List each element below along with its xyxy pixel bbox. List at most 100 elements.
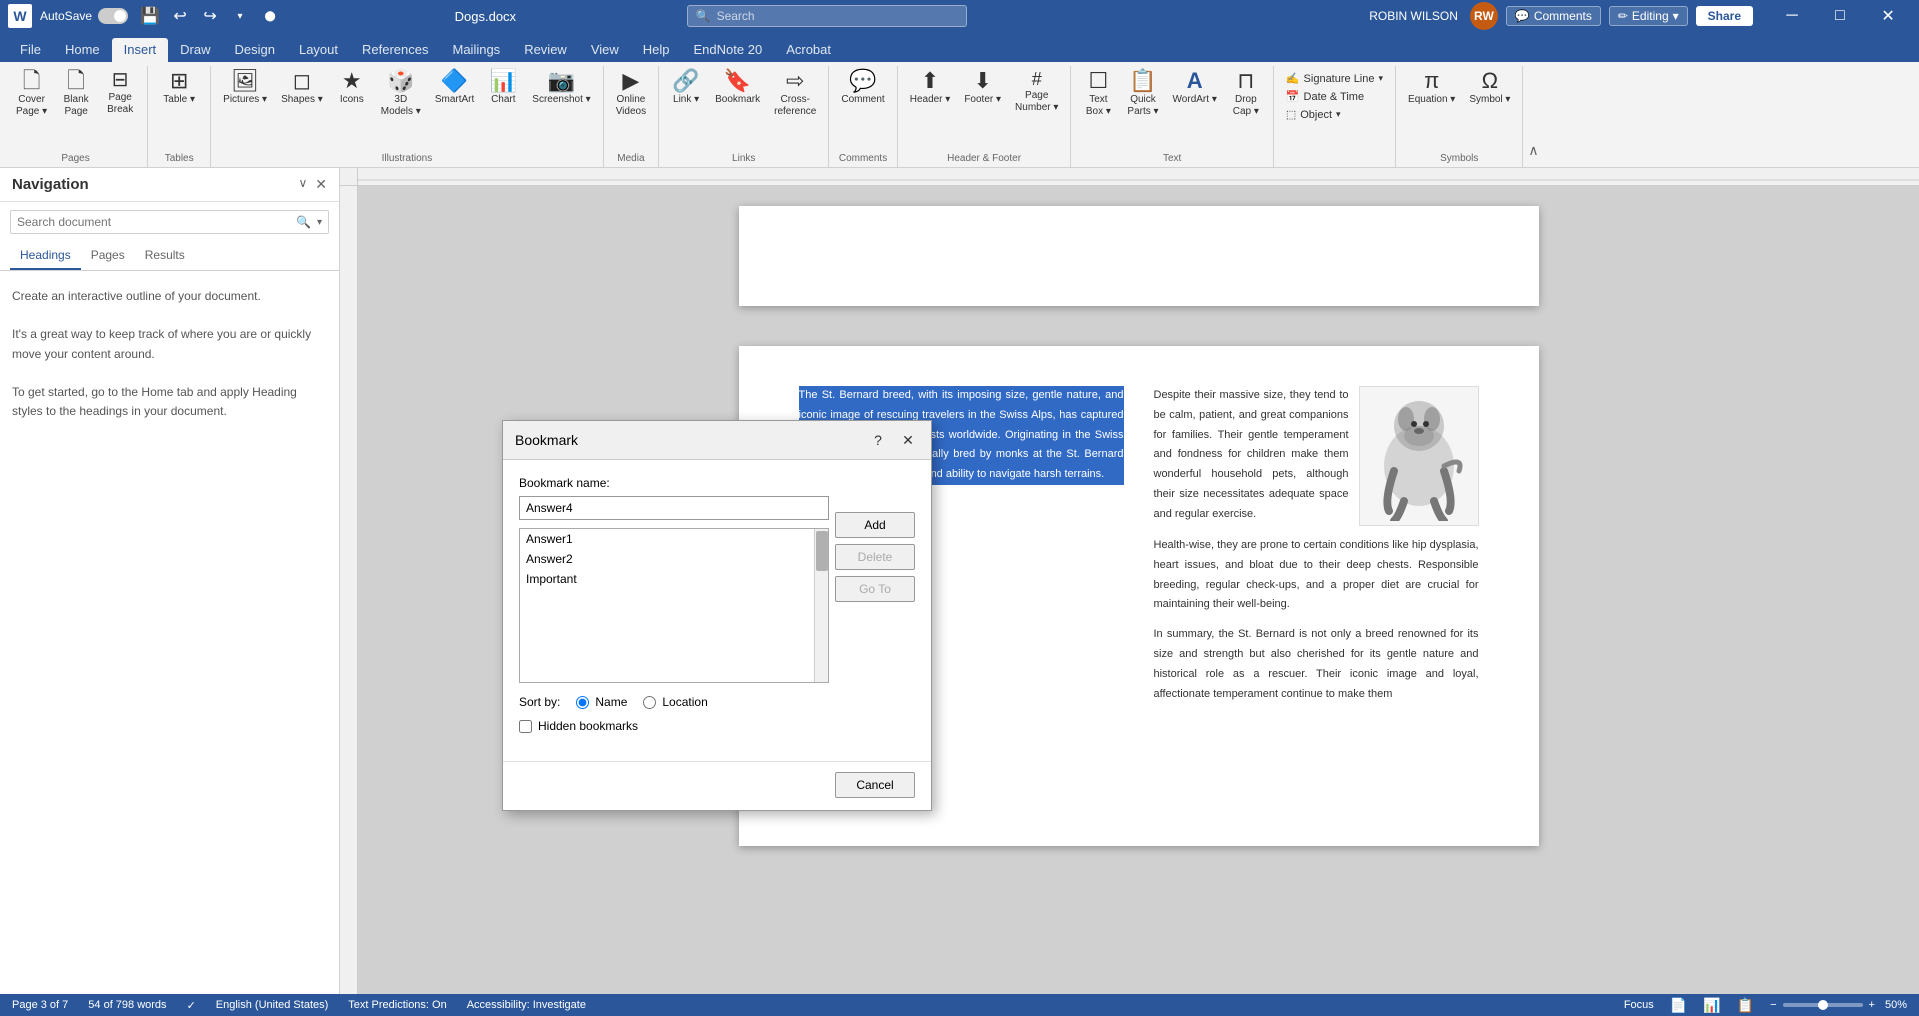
focus-btn[interactable]: Focus [1624, 999, 1654, 1011]
date-time-btn[interactable]: 📅 Date & Time [1280, 88, 1389, 105]
smartart-btn[interactable]: 🔷 SmartArt [429, 66, 480, 110]
page-number-btn[interactable]: # PageNumber ▾ [1009, 66, 1064, 118]
print-layout-icon[interactable]: 📄 [1670, 997, 1687, 1014]
redo-btn[interactable]: ↪ [196, 2, 224, 30]
object-btn[interactable]: ⬚ Object ▾ [1280, 106, 1389, 123]
search-box[interactable]: 🔍 Search [687, 5, 967, 27]
autosave-toggle[interactable] [98, 8, 128, 24]
tab-help[interactable]: Help [631, 38, 682, 62]
tab-view[interactable]: View [579, 38, 631, 62]
web-layout-icon[interactable]: 📊 [1703, 997, 1720, 1014]
tab-design[interactable]: Design [223, 38, 287, 62]
zoom-level[interactable]: 50% [1885, 999, 1907, 1011]
share-btn[interactable]: Share [1696, 6, 1753, 26]
nav-search-box: 🔍 ▾ [10, 210, 329, 234]
user-avatar[interactable]: RW [1470, 2, 1498, 30]
language[interactable]: English (United States) [216, 999, 329, 1011]
hidden-bookmarks-label[interactable]: Hidden bookmarks [538, 719, 638, 733]
editing-btn[interactable]: ✏ Editing ▾ [1609, 6, 1688, 26]
search-dropdown-icon[interactable]: ▾ [317, 217, 322, 228]
close-btn[interactable]: ✕ [1865, 0, 1911, 32]
nav-tab-headings[interactable]: Headings [10, 242, 81, 270]
nav-close-btn[interactable]: ✕ [315, 176, 327, 193]
add-btn[interactable]: Add [835, 512, 915, 538]
proofing-icon[interactable]: ✓ [187, 999, 196, 1012]
list-scrollbar[interactable] [814, 529, 828, 682]
accessibility[interactable]: Accessibility: Investigate [467, 999, 586, 1011]
screenshot-label: Screenshot ▾ [532, 94, 590, 106]
blank-page-btn[interactable]: 🗋 BlankPage [55, 66, 97, 122]
tab-endnote[interactable]: EndNote 20 [682, 38, 775, 62]
bookmark-name-input[interactable] [519, 496, 829, 520]
wordart-btn[interactable]: A WordArt ▾ [1167, 66, 1223, 110]
online-videos-btn[interactable]: ▶ OnlineVideos [610, 66, 652, 122]
quick-parts-btn[interactable]: 📋 QuickParts ▾ [1121, 66, 1164, 122]
tab-mailings[interactable]: Mailings [441, 38, 513, 62]
comments-btn[interactable]: 💬 Comments [1506, 6, 1601, 26]
cross-reference-btn[interactable]: ⇨ Cross-reference [768, 66, 822, 122]
sig-line-btn[interactable]: ✍ Signature Line ▾ [1280, 70, 1389, 87]
zoom-out-btn[interactable]: − [1770, 999, 1776, 1011]
ribbon-group-sig: ✍ Signature Line ▾ 📅 Date & Time ⬚ Objec… [1274, 66, 1396, 167]
cover-page-btn[interactable]: 🗋 CoverPage ▾ [10, 66, 53, 122]
list-item[interactable]: Answer2 [520, 549, 814, 569]
nav-collapse-btn[interactable]: ∨ [298, 176, 307, 193]
scroll-thumb[interactable] [816, 531, 828, 571]
minimize-btn[interactable]: ─ [1769, 0, 1815, 32]
customize-btn[interactable]: ⬤ [256, 2, 284, 30]
text-box-btn[interactable]: ☐ TextBox ▾ [1077, 66, 1119, 122]
bookmark-close-btn[interactable]: ✕ [897, 429, 919, 451]
tab-layout[interactable]: Layout [287, 38, 350, 62]
tab-acrobat[interactable]: Acrobat [774, 38, 843, 62]
chart-icon: 📊 [490, 70, 517, 92]
screenshot-btn[interactable]: 📷 Screenshot ▾ [526, 66, 596, 110]
bookmark-help-btn[interactable]: ? [867, 429, 889, 451]
sort-name-input[interactable] [576, 696, 589, 709]
sort-location-label[interactable]: Location [662, 695, 707, 709]
comment-btn[interactable]: 💬 Comment [835, 66, 890, 110]
sort-row: Sort by: Name Location [519, 695, 915, 709]
header-btn[interactable]: ⬆ Header ▾ [904, 66, 957, 110]
save-btn[interactable]: 💾 [136, 2, 164, 30]
nav-tab-results[interactable]: Results [135, 242, 195, 270]
dog-illustration [1359, 386, 1479, 526]
page-break-btn[interactable]: ⊟ PageBreak [99, 66, 141, 120]
tab-insert[interactable]: Insert [112, 38, 169, 62]
bookmark-btn[interactable]: 🔖 Bookmark [709, 66, 766, 110]
pictures-btn[interactable]: 🖼 Pictures ▾ [217, 66, 273, 110]
zoom-in-btn[interactable]: + [1869, 999, 1875, 1011]
sort-name-label[interactable]: Name [595, 695, 627, 709]
qa-dropdown-btn[interactable]: ▾ [226, 2, 254, 30]
footer-btn[interactable]: ⬇ Footer ▾ [958, 66, 1007, 110]
3d-models-btn[interactable]: 🎲 3DModels ▾ [375, 66, 427, 122]
zoom-slider[interactable] [1783, 1003, 1863, 1007]
tab-home[interactable]: Home [53, 38, 112, 62]
undo-btn[interactable]: ↩ [166, 2, 194, 30]
icons-btn[interactable]: ★ Icons [331, 66, 373, 110]
tab-draw[interactable]: Draw [168, 38, 222, 62]
shapes-btn[interactable]: ◻ Shapes ▾ [275, 66, 329, 110]
tab-file[interactable]: File [8, 38, 53, 62]
symbol-btn[interactable]: Ω Symbol ▾ [1463, 66, 1516, 110]
nav-tab-pages[interactable]: Pages [81, 242, 135, 270]
equation-btn[interactable]: π Equation ▾ [1402, 66, 1461, 110]
cancel-btn[interactable]: Cancel [835, 772, 915, 798]
header-icon: ⬆ [921, 70, 939, 92]
read-mode-icon[interactable]: 📋 [1737, 997, 1754, 1014]
link-btn[interactable]: 🔗 Link ▾ [665, 66, 707, 110]
chart-btn[interactable]: 📊 Chart [482, 66, 524, 110]
goto-btn[interactable]: Go To [835, 576, 915, 602]
list-item[interactable]: Answer1 [520, 529, 814, 549]
list-item[interactable]: Important [520, 569, 814, 589]
restore-btn[interactable]: □ [1817, 0, 1863, 32]
sort-location-input[interactable] [643, 696, 656, 709]
nav-search-input[interactable] [17, 215, 290, 229]
tab-review[interactable]: Review [512, 38, 579, 62]
tab-references[interactable]: References [350, 38, 440, 62]
hidden-bookmarks-checkbox[interactable] [519, 720, 532, 733]
table-btn[interactable]: ⊞ Table ▾ [154, 66, 204, 110]
drop-cap-btn[interactable]: ⊓ DropCap ▾ [1225, 66, 1267, 122]
ribbon-collapse-btn[interactable]: ∧ [1523, 142, 1543, 167]
delete-btn[interactable]: Delete [835, 544, 915, 570]
text-predictions[interactable]: Text Predictions: On [348, 999, 446, 1011]
